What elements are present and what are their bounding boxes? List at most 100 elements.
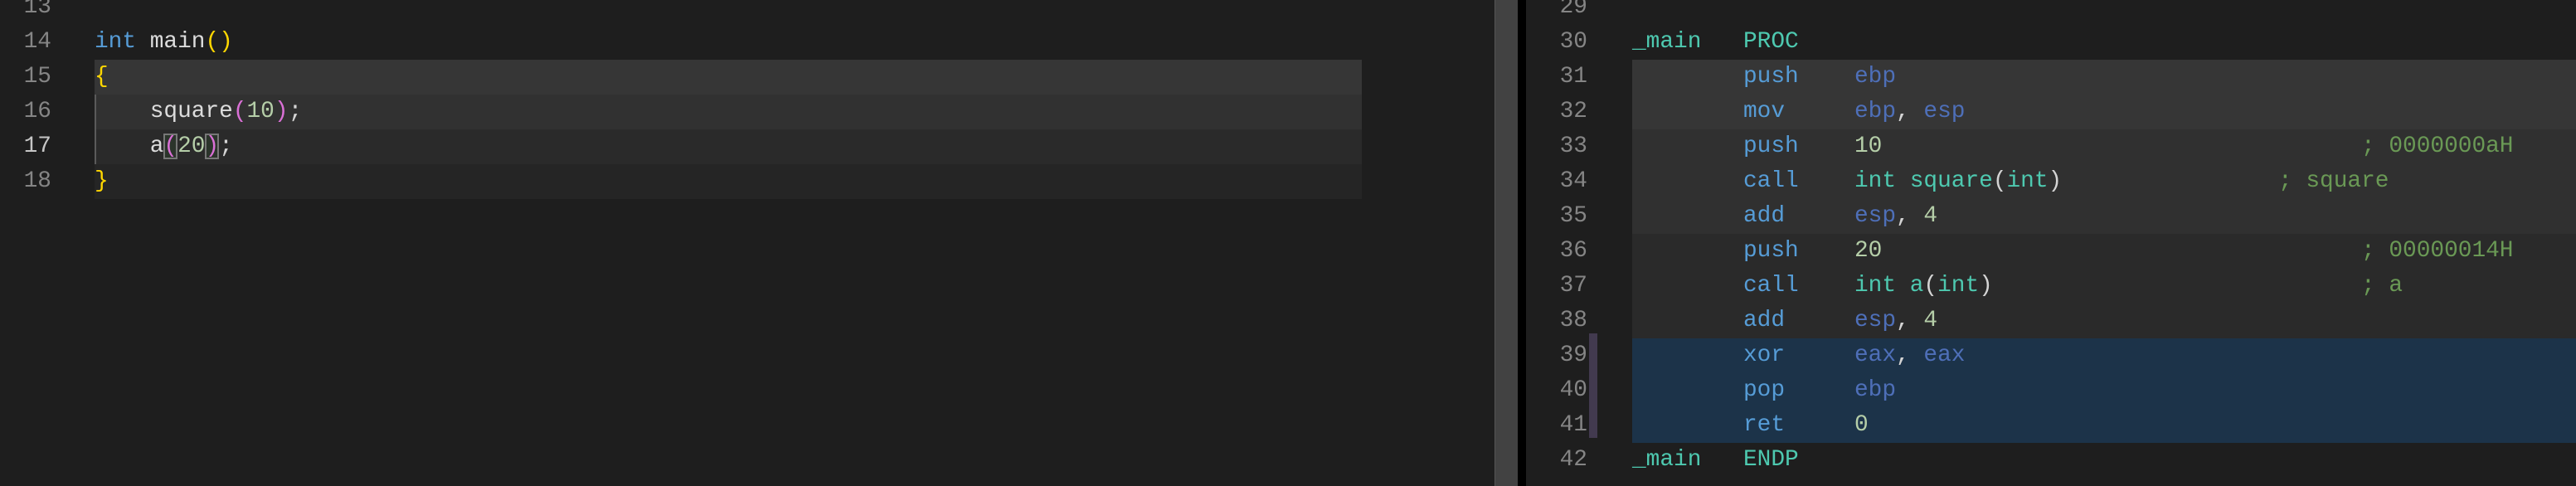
instruction-operands[interactable]: int a(int) [1854, 269, 1993, 304]
operand-token: eax [1854, 343, 1897, 368]
operand-token: ) [1979, 273, 1993, 299]
code-token: 20 [177, 134, 206, 159]
asm-comment: ; 00000014H [2361, 238, 2514, 264]
code-token: { [95, 64, 109, 90]
code-token: int [95, 29, 137, 55]
code-token: ) [274, 99, 289, 124]
line-number: 32 [1559, 99, 1587, 124]
line-number: 33 [1559, 134, 1587, 159]
operand-token: 0 [1854, 412, 1869, 438]
vertical-scrollbar[interactable] [1495, 0, 1518, 486]
instruction-mnemonic[interactable]: mov [1743, 95, 1785, 129]
code-token: ; [219, 134, 233, 159]
asm-comment: ; 0000000aH [2361, 134, 2514, 159]
asm-comment: ; square [2278, 168, 2389, 194]
instruction-mnemonic[interactable]: push [1743, 129, 1799, 164]
matched-bracket: ) [205, 134, 220, 159]
instruction-operands[interactable]: ebp, esp [1854, 95, 1965, 129]
source-editor-pane[interactable]: 13 14 int main() 15{16 square(10); 17 a(20);… [0, 0, 1495, 486]
operand-token: , [1896, 99, 1924, 124]
matched-bracket: ( [163, 134, 178, 159]
line-number: 39 [1559, 343, 1587, 368]
line-number: 42 [1559, 447, 1587, 473]
operand-token: esp [1854, 308, 1897, 333]
line-number: 16 [23, 99, 51, 124]
proc-label[interactable]: _main [1632, 25, 1701, 60]
line-number: 35 [1559, 203, 1587, 229]
operand-token: ( [1992, 168, 2007, 194]
directive[interactable]: PROC [1743, 25, 1799, 60]
instruction-mnemonic[interactable]: call [1743, 164, 1799, 199]
instruction-operands[interactable]: esp, 4 [1854, 304, 1937, 338]
instruction-operands[interactable]: ebp [1854, 60, 1896, 95]
instruction-mnemonic[interactable]: push [1743, 60, 1799, 95]
operand-token: int square [1854, 168, 1993, 194]
operand-token: ebp [1854, 377, 1897, 403]
line-number: 40 [1559, 377, 1587, 403]
asm-comment: ; a [2361, 273, 2403, 299]
code-token: } [95, 168, 109, 194]
line-number: 31 [1559, 64, 1587, 90]
instruction-mnemonic[interactable]: add [1743, 304, 1785, 338]
instruction-mnemonic[interactable]: xor [1743, 338, 1785, 373]
code-token: square [95, 99, 233, 124]
instruction-mnemonic[interactable]: ret [1743, 408, 1785, 443]
instruction-operands[interactable]: 0 [1854, 408, 1869, 443]
code-line[interactable]: } [95, 164, 109, 199]
code-token: a [95, 134, 164, 159]
code-token: main [149, 29, 206, 55]
operand-token: int [1937, 273, 1980, 299]
line-number: 41 [1559, 412, 1587, 438]
instruction-operands[interactable]: 20 [1854, 234, 1882, 269]
operand-token: 20 [1854, 238, 1883, 264]
operand-token: esp [1854, 203, 1897, 229]
line-number: 13 [23, 0, 51, 20]
instruction-operands[interactable]: int square(int) [1854, 164, 2062, 199]
proc-label[interactable]: _main [1632, 443, 1701, 478]
code-line[interactable]: { [95, 60, 109, 95]
line-number: 18 [23, 168, 51, 194]
instruction-operands[interactable]: esp, 4 [1854, 199, 1937, 234]
operand-token: 4 [1923, 308, 1938, 333]
directive[interactable]: ENDP [1743, 443, 1799, 478]
operand-token: ebp [1854, 99, 1897, 124]
highlight-band [95, 164, 1362, 199]
instruction-operands[interactable]: ebp [1854, 373, 1896, 408]
line-number: 29 [1559, 0, 1587, 20]
highlight-band [95, 129, 1362, 164]
operand-token: ebp [1854, 64, 1897, 90]
operand-token: 10 [1854, 134, 1883, 159]
operand-token: esp [1923, 99, 1966, 124]
code-line[interactable]: int main() [95, 25, 233, 60]
line-number: 36 [1559, 238, 1587, 264]
line-number: 38 [1559, 308, 1587, 333]
code-line[interactable]: a(20); [95, 129, 233, 164]
line-number: 17 [23, 134, 51, 159]
operand-token: ( [1923, 273, 1938, 299]
instruction-mnemonic[interactable]: push [1743, 234, 1799, 269]
line-number: 15 [23, 64, 51, 90]
highlight-band [95, 60, 1362, 95]
instruction-operands[interactable]: 10 [1854, 129, 1882, 164]
operand-token: , [1896, 203, 1924, 229]
operand-token: 4 [1923, 203, 1938, 229]
code-token: 10 [246, 99, 275, 124]
pane-splitter[interactable] [1518, 0, 1526, 486]
instruction-mnemonic[interactable]: add [1743, 199, 1785, 234]
operand-token: , [1896, 343, 1924, 368]
change-marker [1589, 333, 1597, 438]
line-number: 37 [1559, 273, 1587, 299]
line-number: 14 [23, 29, 51, 55]
disassembly-editor-pane[interactable]: 29 30 _main PROC 31 push ebp 32 mov ebp, esp 33 pus… [1526, 0, 2576, 486]
line-number: 30 [1559, 29, 1587, 55]
line-number: 34 [1559, 168, 1587, 194]
instruction-mnemonic[interactable]: pop [1743, 373, 1785, 408]
operand-token: eax [1923, 343, 1966, 368]
operand-token: int a [1854, 273, 1924, 299]
instruction-operands[interactable]: eax, eax [1854, 338, 1965, 373]
operand-token: int [2006, 168, 2049, 194]
code-token: ; [288, 99, 303, 124]
code-line[interactable]: square(10); [95, 95, 303, 129]
instruction-mnemonic[interactable]: call [1743, 269, 1799, 304]
